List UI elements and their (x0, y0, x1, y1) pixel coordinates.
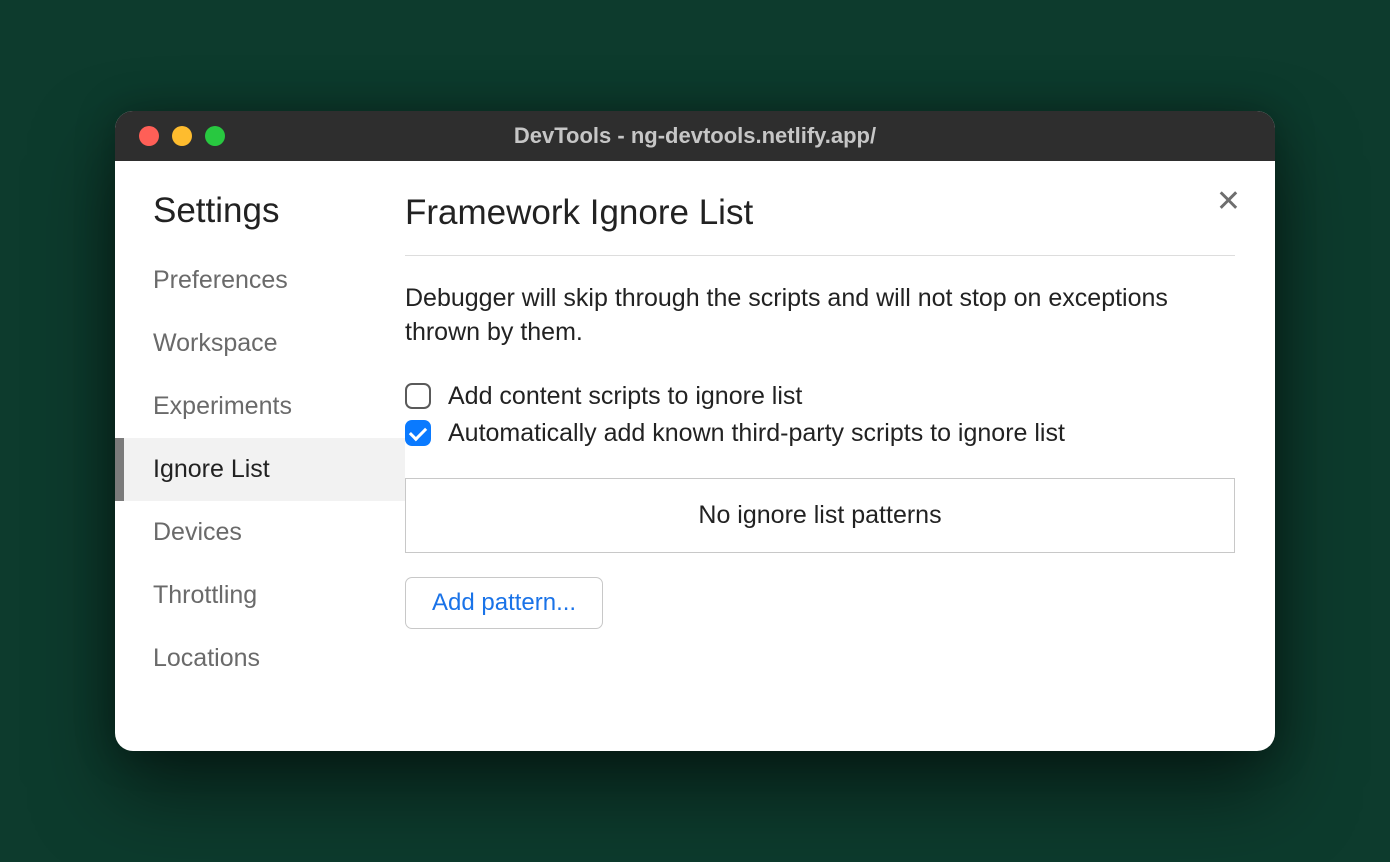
checkbox-checked-icon[interactable] (405, 420, 431, 446)
sidebar-item-label: Workspace (153, 329, 278, 357)
option-content-scripts[interactable]: Add content scripts to ignore list (405, 382, 1235, 411)
sidebar-item-locations[interactable]: Locations (115, 627, 405, 690)
sidebar-item-preferences[interactable]: Preferences (115, 249, 405, 312)
sidebar-item-workspace[interactable]: Workspace (115, 312, 405, 375)
window-title: DevTools - ng-devtools.netlify.app/ (115, 123, 1275, 149)
settings-body: ✕ Settings Preferences Workspace Experim… (115, 161, 1275, 751)
settings-sidebar: Settings Preferences Workspace Experimen… (115, 161, 405, 751)
sidebar-item-label: Throttling (153, 581, 257, 609)
traffic-lights (115, 126, 225, 146)
close-icon[interactable]: ✕ (1216, 187, 1241, 217)
sidebar-item-experiments[interactable]: Experiments (115, 375, 405, 438)
settings-main: Framework Ignore List Debugger will skip… (405, 161, 1275, 751)
sidebar-item-label: Preferences (153, 266, 288, 294)
patterns-empty-text: No ignore list patterns (698, 501, 941, 529)
sidebar-item-label: Experiments (153, 392, 292, 420)
sidebar-item-label: Ignore List (153, 455, 270, 483)
checkbox-unchecked-icon[interactable] (405, 383, 431, 409)
devtools-settings-window: DevTools - ng-devtools.netlify.app/ ✕ Se… (115, 111, 1275, 751)
add-pattern-button[interactable]: Add pattern... (405, 577, 603, 629)
maximize-window-button[interactable] (205, 126, 225, 146)
sidebar-item-label: Locations (153, 644, 260, 672)
page-description: Debugger will skip through the scripts a… (405, 282, 1235, 350)
patterns-empty-box: No ignore list patterns (405, 478, 1235, 553)
add-pattern-label: Add pattern... (432, 589, 576, 616)
close-window-button[interactable] (139, 126, 159, 146)
minimize-window-button[interactable] (172, 126, 192, 146)
sidebar-item-devices[interactable]: Devices (115, 501, 405, 564)
sidebar-item-label: Devices (153, 518, 242, 546)
sidebar-item-throttling[interactable]: Throttling (115, 564, 405, 627)
sidebar-item-ignore-list[interactable]: Ignore List (115, 438, 405, 501)
option-third-party-scripts[interactable]: Automatically add known third-party scri… (405, 419, 1235, 448)
options-group: Add content scripts to ignore list Autom… (405, 382, 1235, 448)
option-label: Add content scripts to ignore list (448, 382, 802, 411)
option-label: Automatically add known third-party scri… (448, 419, 1065, 448)
sidebar-title: Settings (115, 191, 405, 249)
titlebar: DevTools - ng-devtools.netlify.app/ (115, 111, 1275, 161)
page-title: Framework Ignore List (405, 193, 1235, 256)
